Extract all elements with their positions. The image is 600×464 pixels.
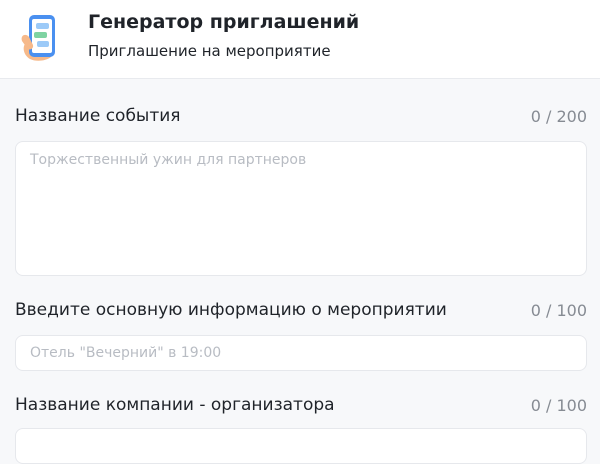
organizer-name-input[interactable] [15, 428, 587, 464]
organizer-name-label: Название компании - организатора [15, 395, 335, 415]
app-header: Генератор приглашений Приглашение на мер… [0, 0, 600, 79]
app-subtitle: Приглашение на мероприятие [88, 42, 331, 60]
event-info-label: Введите основную информацию о мероприяти… [15, 300, 447, 320]
organizer-name-counter: 0 / 100 [530, 396, 587, 415]
event-info-input[interactable] [15, 335, 587, 371]
event-name-input[interactable] [15, 141, 587, 276]
event-info-counter: 0 / 100 [530, 301, 587, 320]
event-name-counter: 0 / 200 [530, 107, 587, 126]
app-title: Генератор приглашений [88, 11, 360, 33]
event-name-label: Название события [15, 106, 181, 126]
chat-phone-icon [20, 13, 64, 63]
